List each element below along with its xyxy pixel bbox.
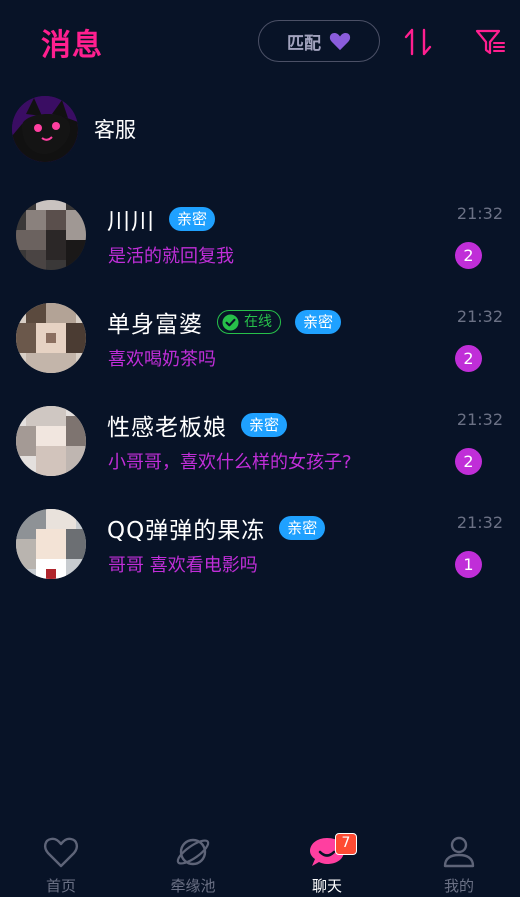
conversation-item[interactable]: 性感老板娘 亲密 小哥哥，喜欢什么样的女孩子? 21:32 2 (0, 388, 520, 492)
heart-icon (43, 837, 79, 868)
intimate-badge: 亲密 (241, 413, 288, 437)
avatar (16, 303, 86, 373)
contact-name: 川川 (107, 209, 155, 235)
unread-count-badge: 2 (455, 242, 482, 269)
contact-name: 单身富婆 (107, 312, 203, 338)
tab-label: 我的 (443, 877, 474, 895)
intimate-badge: 亲密 (169, 207, 216, 231)
name-row: 单身富婆 在线 亲密 (107, 305, 342, 339)
tab-label: 首页 (45, 877, 76, 895)
last-message: 是活的就回复我 (108, 246, 234, 267)
intimate-badge: 亲密 (279, 516, 326, 540)
conversation-item[interactable]: 单身富婆 在线 亲密 喜欢喝奶茶吗 21:32 2 (0, 285, 520, 389)
message-time: 21:32 (456, 307, 503, 326)
person-icon (443, 836, 475, 868)
customer-service-entry[interactable]: 客服 (12, 96, 136, 162)
message-time: 21:32 (456, 204, 503, 223)
conversation-item[interactable]: QQ弹弹的果冻 亲密 哥哥 喜欢看电影吗 21:32 1 (0, 491, 520, 595)
online-status-badge: 在线 (217, 310, 281, 334)
message-time: 21:32 (456, 410, 503, 429)
avatar (16, 200, 86, 270)
sort-icon[interactable] (402, 26, 434, 58)
contact-name: 性感老板娘 (107, 415, 227, 441)
last-message: 哥哥 喜欢看电影吗 (108, 555, 258, 576)
name-row: QQ弹弹的果冻 亲密 (107, 511, 326, 545)
avatar (16, 406, 86, 476)
check-circle-icon (222, 313, 239, 331)
avatar (16, 509, 86, 579)
last-message: 小哥哥，喜欢什么样的女孩子? (108, 452, 352, 473)
last-message: 喜欢喝奶茶吗 (108, 349, 216, 370)
filter-icon[interactable] (474, 26, 506, 58)
name-row: 川川 亲密 (107, 202, 216, 236)
top-bar: 消息 匹配 (0, 0, 520, 86)
name-row: 性感老板娘 亲密 (107, 408, 288, 442)
contact-name: QQ弹弹的果冻 (107, 518, 266, 544)
page-title: 消息 (41, 28, 103, 63)
tab-match-pool[interactable]: 牵缘池 (138, 832, 248, 896)
tab-label: 聊天 (311, 877, 342, 895)
unread-count-badge: 2 (455, 345, 482, 372)
customer-service-avatar (12, 96, 78, 162)
tab-me[interactable]: 我的 (404, 832, 514, 896)
tab-label: 牵缘池 (170, 877, 216, 895)
unread-count-badge: 1 (455, 551, 482, 578)
bottom-tab-bar: 首页 牵缘池 7 聊天 我的 (0, 822, 520, 897)
match-label: 匹配 (287, 33, 321, 54)
customer-service-name: 客服 (94, 118, 136, 142)
message-time: 21:32 (456, 513, 503, 532)
planet-icon (176, 838, 210, 866)
chat-unread-badge: 7 (335, 833, 357, 855)
conversation-item[interactable]: 川川 亲密 是活的就回复我 21:32 2 (0, 182, 520, 286)
heart-icon (329, 32, 351, 51)
tab-home[interactable]: 首页 (6, 832, 116, 896)
unread-count-badge: 2 (455, 448, 482, 475)
online-label: 在线 (244, 314, 272, 330)
tab-chat[interactable]: 7 聊天 (272, 832, 382, 896)
match-button[interactable]: 匹配 (258, 20, 380, 62)
intimate-badge: 亲密 (295, 310, 342, 334)
